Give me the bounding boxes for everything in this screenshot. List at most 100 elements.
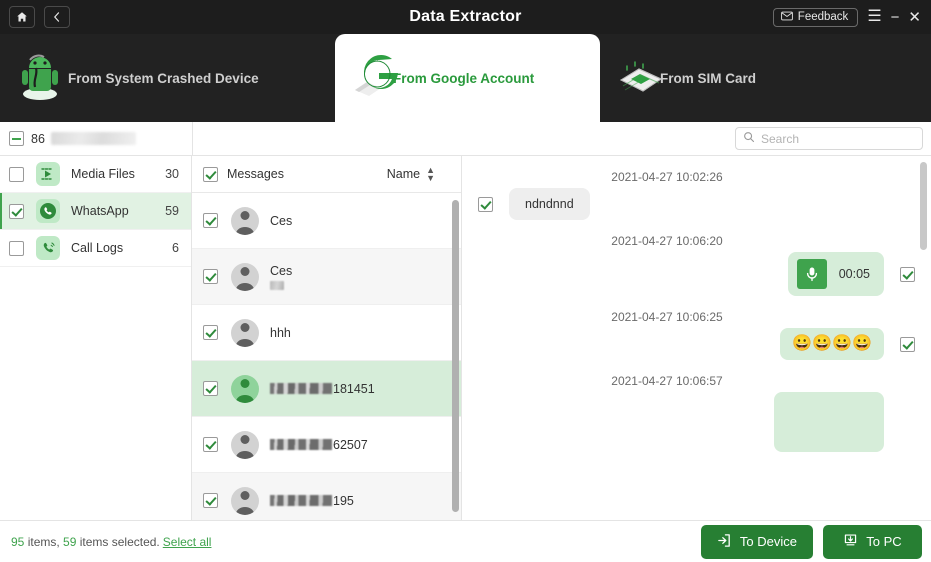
to-device-button[interactable]: To Device	[700, 524, 813, 559]
whatsapp-icon	[36, 199, 60, 223]
row-text: 62507	[270, 438, 368, 452]
sidebar-item-whatsapp[interactable]: WhatsApp 59	[0, 193, 191, 230]
sim-card-icon	[615, 52, 667, 104]
chat-message-row[interactable]	[462, 392, 931, 452]
message-checkbox[interactable]	[478, 196, 493, 212]
sort-updown-icon[interactable]: ▲ ▼	[426, 166, 435, 183]
row-checkbox[interactable]	[203, 437, 218, 452]
row-checkbox[interactable]	[9, 166, 24, 182]
search-input[interactable]	[761, 131, 915, 146]
to-pc-label: To PC	[866, 534, 902, 549]
message-list-scrollbar[interactable]	[452, 200, 459, 512]
hamburger-icon[interactable]: ☰	[867, 9, 881, 25]
message-timestamp: 2021-04-27 10:06:57	[611, 374, 723, 388]
row-text: 181451	[270, 382, 375, 396]
chat-scrollbar[interactable]	[920, 162, 927, 250]
voice-message-bubble[interactable]: 00:05	[787, 252, 884, 296]
tab-from-sim-card[interactable]: From SIM Card	[600, 34, 931, 122]
chat-message-row[interactable]: 😀😀😀😀	[462, 328, 931, 360]
contact-name: Ces	[270, 213, 293, 228]
text-bubble: ndndnnd	[509, 188, 590, 220]
voice-duration: 00:05	[838, 267, 870, 281]
contact-name: Ces	[270, 263, 293, 278]
chat-message-row[interactable]: ndndnnd	[462, 188, 931, 220]
sidebar-item-count: 59	[165, 204, 179, 218]
selection-status: 95 items, 59 items selected. Select all	[11, 535, 211, 549]
divider	[192, 122, 193, 156]
sidebar-item-label: WhatsApp	[71, 204, 129, 218]
select-all-device-checkbox[interactable]	[9, 131, 24, 146]
table-row[interactable]: Ces	[192, 249, 461, 305]
row-checkbox[interactable]	[203, 381, 218, 396]
row-checkbox[interactable]	[203, 269, 218, 284]
sort-control[interactable]: Name ▲ ▼	[386, 166, 435, 183]
tab-from-google-account[interactable]: From Google Account	[335, 34, 600, 122]
chat-pane: 2021-04-27 10:02:26 ndndnnd 2021-04-27 1…	[462, 156, 931, 520]
row-checkbox[interactable]	[203, 325, 218, 340]
close-icon[interactable]: ✕	[908, 10, 921, 25]
device-header-bar: 86	[0, 122, 931, 156]
message-checkbox[interactable]	[900, 266, 915, 282]
row-checkbox[interactable]	[203, 213, 218, 228]
sidebar-item-label: Call Logs	[71, 241, 124, 255]
select-all-messages-checkbox[interactable]	[203, 166, 218, 182]
message-list-title: Messages	[227, 167, 284, 181]
table-row[interactable]: 62507	[192, 417, 461, 473]
footer-actions: To Device To PC	[700, 524, 922, 559]
contact-name: 62507	[270, 438, 368, 452]
table-row[interactable]: Ces	[192, 193, 461, 249]
sort-label: Name	[386, 167, 421, 181]
image-bubble[interactable]	[774, 392, 884, 452]
sidebar-item-count: 30	[165, 167, 179, 181]
table-row[interactable]: 181451	[192, 361, 461, 417]
avatar	[231, 206, 259, 235]
contact-subtext-redacted	[270, 280, 284, 290]
row-text: Ces	[270, 264, 292, 290]
title-bar: Data Extractor Feedback ☰ − ✕	[0, 0, 931, 34]
search-box[interactable]	[735, 127, 923, 150]
media-play-icon	[36, 162, 60, 186]
minimize-icon[interactable]: −	[891, 10, 900, 25]
row-text: hhh	[270, 326, 291, 340]
tab-from-system-crashed-device[interactable]: From System Crashed Device	[0, 34, 335, 122]
to-device-label: To Device	[739, 534, 797, 549]
row-checkbox[interactable]	[9, 203, 24, 219]
category-sidebar: Media Files 30 WhatsApp 59 Call Logs 6	[0, 156, 192, 520]
avatar	[231, 374, 259, 403]
tab-label: From Google Account	[393, 70, 535, 86]
chat-message-row[interactable]: 00:05	[462, 252, 931, 296]
envelope-icon	[780, 11, 793, 24]
sidebar-item-call-logs[interactable]: Call Logs 6	[0, 230, 191, 267]
avatar	[231, 486, 259, 515]
table-row[interactable]: 195	[192, 473, 461, 520]
message-timestamp: 2021-04-27 10:06:20	[611, 234, 723, 248]
google-g-icon	[347, 52, 399, 104]
to-pc-button[interactable]: To PC	[823, 524, 922, 559]
message-checkbox[interactable]	[900, 336, 915, 352]
microphone-icon	[796, 259, 827, 289]
download-to-pc-icon	[843, 533, 858, 551]
contact-name: 181451	[270, 382, 375, 396]
avatar	[231, 262, 259, 291]
row-checkbox[interactable]	[9, 240, 24, 256]
selected-item-count: 59	[63, 534, 77, 549]
device-item-count: 86	[31, 131, 45, 146]
source-tab-strip: From System Crashed Device From Google A…	[0, 34, 931, 122]
row-checkbox[interactable]	[203, 493, 218, 508]
message-list-pane: Messages Name ▲ ▼ Ces Ces hhh 181451 625…	[192, 156, 462, 520]
feedback-button[interactable]: Feedback	[772, 7, 859, 27]
sidebar-item-label: Media Files	[71, 167, 135, 181]
avatar	[231, 318, 259, 347]
message-timestamp: 2021-04-27 10:02:26	[611, 170, 723, 184]
redacted-number-prefix	[270, 438, 332, 450]
message-timestamp: 2021-04-27 10:06:25	[611, 310, 723, 324]
table-row[interactable]: hhh	[192, 305, 461, 361]
message-list-header: Messages Name ▲ ▼	[192, 156, 461, 193]
select-all-link[interactable]: Select all	[163, 535, 212, 549]
sidebar-item-media-files[interactable]: Media Files 30	[0, 156, 191, 193]
indeterminate-dash-icon	[12, 137, 21, 140]
window-controls: Feedback ☰ − ✕	[772, 0, 921, 34]
search-icon	[743, 130, 755, 148]
tab-label: From System Crashed Device	[68, 70, 259, 86]
feedback-label: Feedback	[797, 11, 849, 23]
